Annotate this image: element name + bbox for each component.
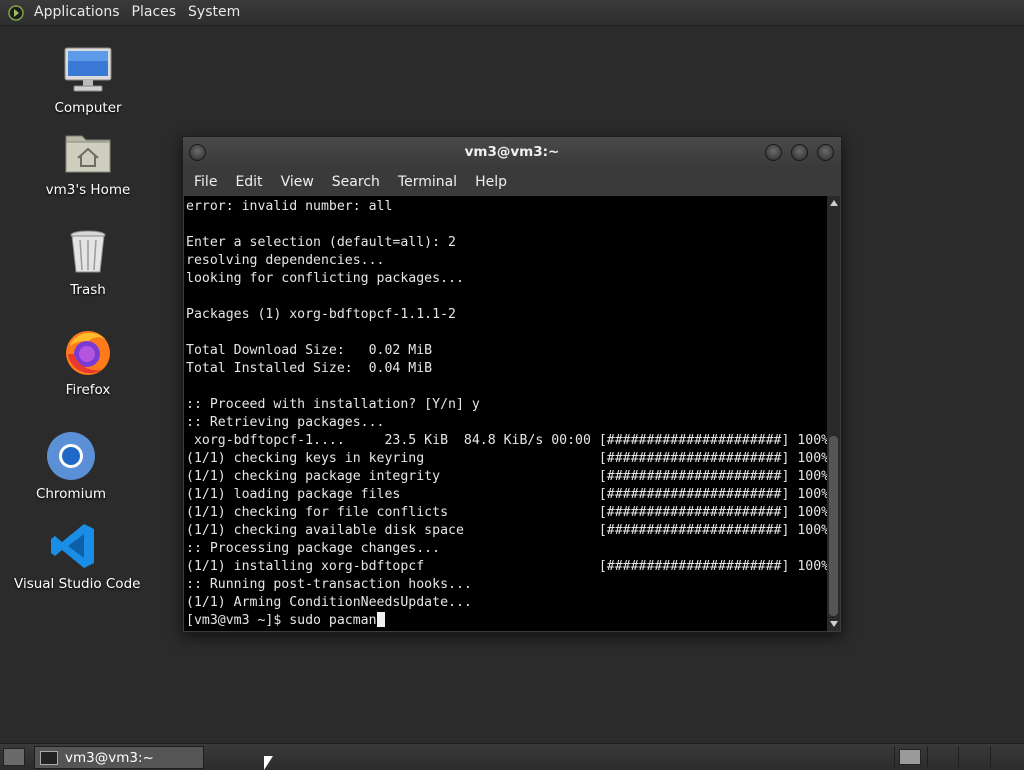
workspace-switcher[interactable] — [899, 749, 921, 765]
terminal-line: :: Retrieving packages... — [186, 415, 385, 430]
computer-icon — [62, 44, 114, 96]
terminal-command-input[interactable]: sudo pacman — [289, 613, 376, 628]
terminal-line: (1/1) Arming ConditionNeedsUpdate... — [186, 595, 472, 610]
menu-help[interactable]: Help — [466, 174, 516, 190]
chromium-icon — [45, 430, 97, 482]
terminal-line: looking for conflicting packages... — [186, 271, 464, 286]
scroll-down-arrow-icon[interactable] — [830, 621, 838, 627]
home-folder-icon — [62, 126, 114, 178]
scroll-up-arrow-icon[interactable] — [830, 200, 838, 206]
window-title: vm3@vm3:~ — [464, 144, 560, 160]
system-menu[interactable]: System — [182, 0, 246, 25]
terminal-output[interactable]: error: invalid number: all Enter a selec… — [184, 196, 827, 631]
menu-edit[interactable]: Edit — [226, 174, 271, 190]
applications-menu[interactable]: Applications — [28, 0, 126, 25]
menu-search[interactable]: Search — [323, 174, 389, 190]
close-button[interactable] — [817, 144, 834, 161]
top-panel: Applications Places System — [0, 0, 1024, 26]
text-cursor — [376, 612, 385, 627]
menu-file[interactable]: File — [183, 174, 226, 190]
terminal-line: :: Processing package changes... — [186, 541, 441, 556]
menu-view[interactable]: View — [272, 174, 323, 190]
panel-separator — [958, 746, 959, 767]
applications-logo-icon[interactable] — [8, 4, 24, 21]
desktop-icon-trash[interactable]: Trash — [33, 226, 143, 298]
terminal-line: Packages (1) xorg-bdftopcf-1.1.1-2 — [186, 307, 456, 322]
terminal-window[interactable]: vm3@vm3:~ File Edit View Search Terminal… — [182, 136, 842, 633]
window-titlebar[interactable]: vm3@vm3:~ — [183, 137, 841, 167]
desktop-icon-label: Chromium — [35, 486, 107, 502]
terminal-line: (1/1) checking for file conflicts [#####… — [186, 505, 827, 520]
menu-terminal[interactable]: Terminal — [389, 174, 466, 190]
terminal-line: :: Running post-transaction hooks... — [186, 577, 472, 592]
terminal-line: Total Installed Size: 0.04 MiB — [186, 361, 433, 376]
terminal-line: Total Download Size: 0.02 MiB — [186, 343, 433, 358]
terminal-line: :: Proceed with installation? [Y/n] y — [186, 397, 480, 412]
visual-studio-code-icon — [48, 520, 100, 572]
trash-icon — [62, 226, 114, 278]
desktop-icon-chromium[interactable]: Chromium — [16, 430, 126, 502]
terminal-line: (1/1) loading package files [###########… — [186, 487, 827, 502]
terminal-line: (1/1) installing xorg-bdftopcf [########… — [186, 559, 827, 574]
terminal-line: (1/1) checking package integrity [######… — [186, 469, 827, 484]
desktop-icon-firefox[interactable]: Firefox — [33, 326, 143, 398]
taskbar-window-button[interactable]: vm3@vm3:~ — [34, 746, 204, 769]
firefox-icon — [62, 326, 114, 378]
maximize-button[interactable] — [791, 144, 808, 161]
terminal-scrollbar[interactable] — [827, 196, 840, 631]
desktop-icon-label: Visual Studio Code — [14, 576, 141, 592]
bottom-panel: vm3@vm3:~ — [0, 743, 1024, 769]
terminal-line: error: invalid number: all — [186, 199, 393, 214]
desktop-icon-label: Computer — [54, 100, 122, 116]
terminal-line: xorg-bdftopcf-1.... 23.5 KiB 84.8 KiB/s … — [186, 433, 827, 448]
show-desktop-icon[interactable] — [3, 748, 25, 766]
scrollbar-thumb[interactable] — [829, 436, 838, 616]
taskbar-window-label: vm3@vm3:~ — [65, 749, 154, 766]
panel-separator — [990, 746, 991, 767]
desktop-icon-label: Trash — [70, 282, 106, 298]
desktop-icon-label: vm3's Home — [45, 182, 131, 198]
panel-separator — [894, 746, 895, 767]
desktop-icon-label: Firefox — [65, 382, 111, 398]
desktop-icon-vscode[interactable]: Visual Studio Code — [14, 520, 141, 592]
terminal-line: (1/1) checking keys in keyring [########… — [186, 451, 827, 466]
terminal-prompt: [vm3@vm3 ~]$ — [186, 613, 290, 628]
terminal-line: resolving dependencies... — [186, 253, 385, 268]
terminal-menubar: File Edit View Search Terminal Help — [183, 167, 841, 196]
places-menu[interactable]: Places — [126, 0, 183, 25]
terminal-line: (1/1) checking available disk space [###… — [186, 523, 827, 538]
panel-separator — [927, 746, 928, 767]
terminal-icon — [40, 750, 58, 765]
desktop-icon-computer[interactable]: Computer — [33, 44, 143, 116]
minimize-button[interactable] — [765, 144, 782, 161]
desktop-icon-home[interactable]: vm3's Home — [33, 126, 143, 198]
terminal-line: Enter a selection (default=all): 2 — [186, 235, 456, 250]
window-menu-button[interactable] — [189, 144, 206, 161]
